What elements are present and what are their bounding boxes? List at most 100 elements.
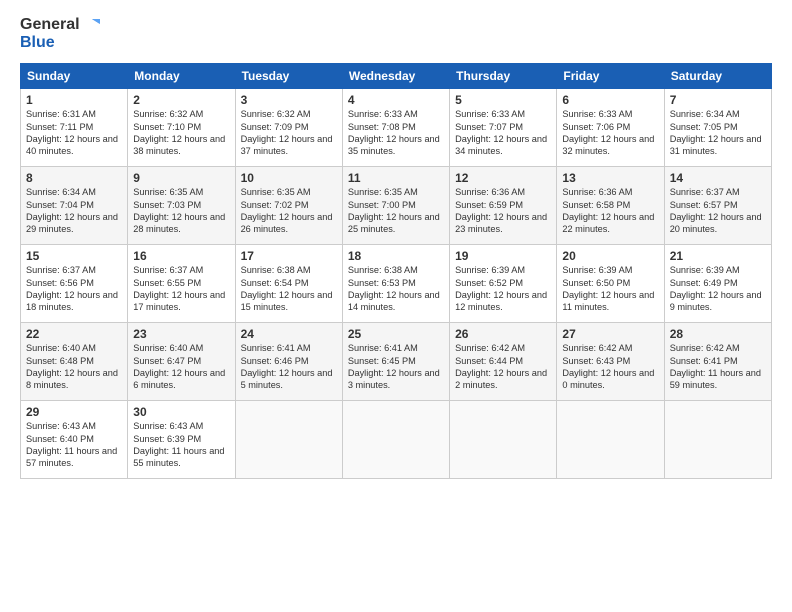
calendar-cell: 28 Sunrise: 6:42 AMSunset: 6:41 PMDaylig… (664, 323, 771, 401)
cell-info: Sunrise: 6:31 AMSunset: 7:11 PMDaylight:… (26, 109, 118, 156)
day-number: 18 (348, 249, 444, 263)
day-number: 3 (241, 93, 337, 107)
calendar-cell: 12 Sunrise: 6:36 AMSunset: 6:59 PMDaylig… (450, 167, 557, 245)
calendar-cell: 18 Sunrise: 6:38 AMSunset: 6:53 PMDaylig… (342, 245, 449, 323)
calendar-cell: 6 Sunrise: 6:33 AMSunset: 7:06 PMDayligh… (557, 89, 664, 167)
cell-info: Sunrise: 6:37 AMSunset: 6:57 PMDaylight:… (670, 187, 762, 234)
cell-info: Sunrise: 6:43 AMSunset: 6:40 PMDaylight:… (26, 421, 117, 468)
calendar-week-row: 22 Sunrise: 6:40 AMSunset: 6:48 PMDaylig… (21, 323, 772, 401)
calendar-cell (450, 401, 557, 479)
day-header-friday: Friday (557, 64, 664, 89)
cell-info: Sunrise: 6:37 AMSunset: 6:55 PMDaylight:… (133, 265, 225, 312)
calendar-cell: 17 Sunrise: 6:38 AMSunset: 6:54 PMDaylig… (235, 245, 342, 323)
calendar-cell: 25 Sunrise: 6:41 AMSunset: 6:45 PMDaylig… (342, 323, 449, 401)
day-number: 9 (133, 171, 229, 185)
cell-info: Sunrise: 6:32 AMSunset: 7:09 PMDaylight:… (241, 109, 333, 156)
cell-info: Sunrise: 6:40 AMSunset: 6:48 PMDaylight:… (26, 343, 118, 390)
day-number: 29 (26, 405, 122, 419)
calendar-cell: 19 Sunrise: 6:39 AMSunset: 6:52 PMDaylig… (450, 245, 557, 323)
calendar-cell: 21 Sunrise: 6:39 AMSunset: 6:49 PMDaylig… (664, 245, 771, 323)
calendar-cell: 7 Sunrise: 6:34 AMSunset: 7:05 PMDayligh… (664, 89, 771, 167)
day-number: 2 (133, 93, 229, 107)
calendar-week-row: 8 Sunrise: 6:34 AMSunset: 7:04 PMDayligh… (21, 167, 772, 245)
calendar-cell: 3 Sunrise: 6:32 AMSunset: 7:09 PMDayligh… (235, 89, 342, 167)
logo-blue: Blue (20, 34, 100, 52)
cell-info: Sunrise: 6:35 AMSunset: 7:00 PMDaylight:… (348, 187, 440, 234)
calendar-cell: 22 Sunrise: 6:40 AMSunset: 6:48 PMDaylig… (21, 323, 128, 401)
calendar-cell: 24 Sunrise: 6:41 AMSunset: 6:46 PMDaylig… (235, 323, 342, 401)
day-number: 13 (562, 171, 658, 185)
cell-info: Sunrise: 6:34 AMSunset: 7:04 PMDaylight:… (26, 187, 118, 234)
calendar-cell (342, 401, 449, 479)
calendar-cell: 29 Sunrise: 6:43 AMSunset: 6:40 PMDaylig… (21, 401, 128, 479)
calendar-cell: 1 Sunrise: 6:31 AMSunset: 7:11 PMDayligh… (21, 89, 128, 167)
cell-info: Sunrise: 6:39 AMSunset: 6:49 PMDaylight:… (670, 265, 762, 312)
logo-text: General Blue (20, 16, 100, 51)
day-header-thursday: Thursday (450, 64, 557, 89)
cell-info: Sunrise: 6:34 AMSunset: 7:05 PMDaylight:… (670, 109, 762, 156)
calendar-cell: 4 Sunrise: 6:33 AMSunset: 7:08 PMDayligh… (342, 89, 449, 167)
day-header-wednesday: Wednesday (342, 64, 449, 89)
cell-info: Sunrise: 6:38 AMSunset: 6:53 PMDaylight:… (348, 265, 440, 312)
day-number: 27 (562, 327, 658, 341)
logo: General Blue (20, 16, 100, 51)
cell-info: Sunrise: 6:33 AMSunset: 7:06 PMDaylight:… (562, 109, 654, 156)
cell-info: Sunrise: 6:39 AMSunset: 6:52 PMDaylight:… (455, 265, 547, 312)
calendar-cell: 8 Sunrise: 6:34 AMSunset: 7:04 PMDayligh… (21, 167, 128, 245)
day-number: 1 (26, 93, 122, 107)
calendar-cell: 13 Sunrise: 6:36 AMSunset: 6:58 PMDaylig… (557, 167, 664, 245)
calendar-cell: 2 Sunrise: 6:32 AMSunset: 7:10 PMDayligh… (128, 89, 235, 167)
day-header-sunday: Sunday (21, 64, 128, 89)
day-number: 16 (133, 249, 229, 263)
day-number: 11 (348, 171, 444, 185)
logo-bird-icon (82, 17, 100, 33)
day-number: 23 (133, 327, 229, 341)
calendar-week-row: 1 Sunrise: 6:31 AMSunset: 7:11 PMDayligh… (21, 89, 772, 167)
cell-info: Sunrise: 6:41 AMSunset: 6:46 PMDaylight:… (241, 343, 333, 390)
day-number: 28 (670, 327, 766, 341)
day-header-tuesday: Tuesday (235, 64, 342, 89)
calendar-cell (664, 401, 771, 479)
cell-info: Sunrise: 6:41 AMSunset: 6:45 PMDaylight:… (348, 343, 440, 390)
calendar-week-row: 15 Sunrise: 6:37 AMSunset: 6:56 PMDaylig… (21, 245, 772, 323)
calendar-cell (235, 401, 342, 479)
day-number: 22 (26, 327, 122, 341)
calendar-cell: 5 Sunrise: 6:33 AMSunset: 7:07 PMDayligh… (450, 89, 557, 167)
day-number: 8 (26, 171, 122, 185)
day-number: 12 (455, 171, 551, 185)
day-number: 21 (670, 249, 766, 263)
page-header: General Blue (20, 16, 772, 51)
cell-info: Sunrise: 6:39 AMSunset: 6:50 PMDaylight:… (562, 265, 654, 312)
day-number: 10 (241, 171, 337, 185)
day-number: 6 (562, 93, 658, 107)
cell-info: Sunrise: 6:42 AMSunset: 6:41 PMDaylight:… (670, 343, 761, 390)
day-number: 4 (348, 93, 444, 107)
day-number: 15 (26, 249, 122, 263)
cell-info: Sunrise: 6:32 AMSunset: 7:10 PMDaylight:… (133, 109, 225, 156)
cell-info: Sunrise: 6:37 AMSunset: 6:56 PMDaylight:… (26, 265, 118, 312)
calendar-cell: 26 Sunrise: 6:42 AMSunset: 6:44 PMDaylig… (450, 323, 557, 401)
day-number: 14 (670, 171, 766, 185)
day-number: 5 (455, 93, 551, 107)
cell-info: Sunrise: 6:42 AMSunset: 6:44 PMDaylight:… (455, 343, 547, 390)
calendar-cell (557, 401, 664, 479)
cell-info: Sunrise: 6:33 AMSunset: 7:08 PMDaylight:… (348, 109, 440, 156)
day-number: 26 (455, 327, 551, 341)
day-number: 25 (348, 327, 444, 341)
calendar-cell: 9 Sunrise: 6:35 AMSunset: 7:03 PMDayligh… (128, 167, 235, 245)
cell-info: Sunrise: 6:42 AMSunset: 6:43 PMDaylight:… (562, 343, 654, 390)
cell-info: Sunrise: 6:43 AMSunset: 6:39 PMDaylight:… (133, 421, 224, 468)
calendar-cell: 10 Sunrise: 6:35 AMSunset: 7:02 PMDaylig… (235, 167, 342, 245)
day-header-saturday: Saturday (664, 64, 771, 89)
day-number: 30 (133, 405, 229, 419)
cell-info: Sunrise: 6:33 AMSunset: 7:07 PMDaylight:… (455, 109, 547, 156)
calendar-cell: 27 Sunrise: 6:42 AMSunset: 6:43 PMDaylig… (557, 323, 664, 401)
day-number: 19 (455, 249, 551, 263)
cell-info: Sunrise: 6:40 AMSunset: 6:47 PMDaylight:… (133, 343, 225, 390)
calendar-cell: 15 Sunrise: 6:37 AMSunset: 6:56 PMDaylig… (21, 245, 128, 323)
calendar-cell: 20 Sunrise: 6:39 AMSunset: 6:50 PMDaylig… (557, 245, 664, 323)
cell-info: Sunrise: 6:36 AMSunset: 6:59 PMDaylight:… (455, 187, 547, 234)
calendar-cell: 14 Sunrise: 6:37 AMSunset: 6:57 PMDaylig… (664, 167, 771, 245)
day-number: 20 (562, 249, 658, 263)
cell-info: Sunrise: 6:35 AMSunset: 7:02 PMDaylight:… (241, 187, 333, 234)
